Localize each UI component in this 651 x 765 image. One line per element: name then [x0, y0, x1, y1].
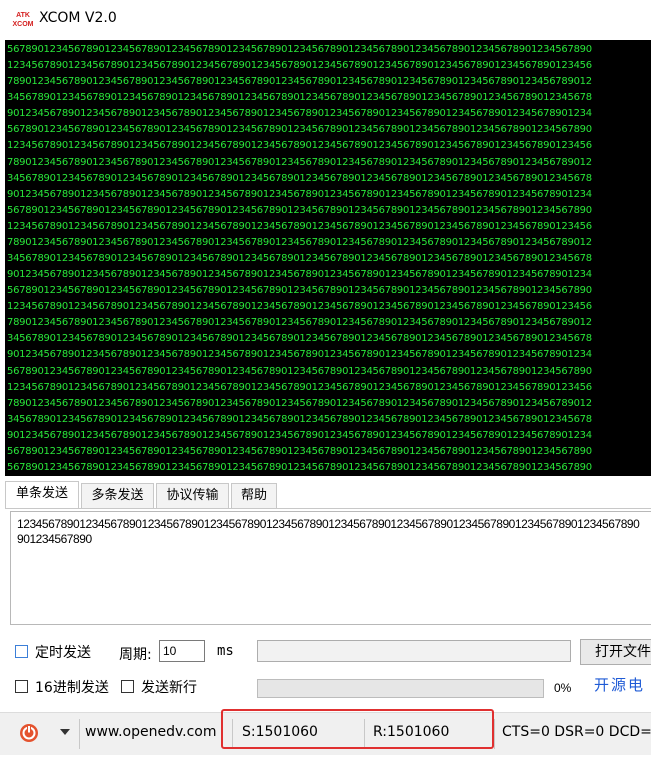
progress-percent: 0%	[554, 681, 572, 695]
hex-send-label: 16进制发送	[35, 680, 109, 696]
send-tabs: 单条发送 多条发送 协议传输 帮助	[5, 481, 651, 509]
period-unit-label: ms	[217, 643, 234, 659]
send-text: 1234567890123456789012345678901234567890…	[17, 517, 640, 546]
period-label: 周期:	[119, 647, 152, 663]
window-title: XCOM V2.0	[39, 10, 117, 26]
title-bar: ATK XCOM XCOM V2.0	[0, 0, 651, 38]
receive-text: 5678901234567890123456789012345678901234…	[7, 44, 592, 474]
hex-send-checkbox[interactable]	[15, 680, 28, 693]
svg-text:ATK: ATK	[16, 12, 30, 19]
website-link[interactable]: www.openedv.com	[85, 724, 217, 740]
receive-area[interactable]: 5678901234567890123456789012345678901234…	[5, 40, 651, 476]
status-separator	[79, 719, 80, 749]
send-textarea[interactable]: 1234567890123456789012345678901234567890…	[10, 511, 651, 625]
stop-icon[interactable]	[19, 723, 39, 743]
send-newline-label: 发送新行	[141, 680, 197, 696]
send-progress-bar	[257, 679, 544, 698]
file-path-field[interactable]	[257, 640, 571, 662]
tab-single-send[interactable]: 单条发送	[5, 481, 79, 509]
send-newline-checkbox[interactable]	[121, 680, 134, 693]
chevron-down-icon[interactable]	[60, 729, 70, 735]
open-file-button[interactable]: 打开文件	[580, 639, 651, 665]
app-logo-icon: ATK XCOM	[12, 10, 34, 28]
timed-send-label: 定时发送	[35, 645, 91, 661]
timed-send-checkbox[interactable]	[15, 645, 28, 658]
tab-multi-send[interactable]: 多条发送	[81, 483, 154, 508]
line-status: CTS=0 DSR=0 DCD=	[502, 724, 651, 740]
brand-link[interactable]: 开源电	[594, 674, 645, 695]
tab-protocol[interactable]: 协议传输	[156, 483, 229, 508]
tab-help[interactable]: 帮助	[231, 483, 277, 508]
counter-highlight-box	[221, 709, 494, 749]
status-separator	[494, 719, 495, 749]
tab-divider	[5, 508, 651, 509]
svg-text:XCOM: XCOM	[13, 21, 34, 28]
period-input[interactable]: 10	[159, 640, 205, 662]
